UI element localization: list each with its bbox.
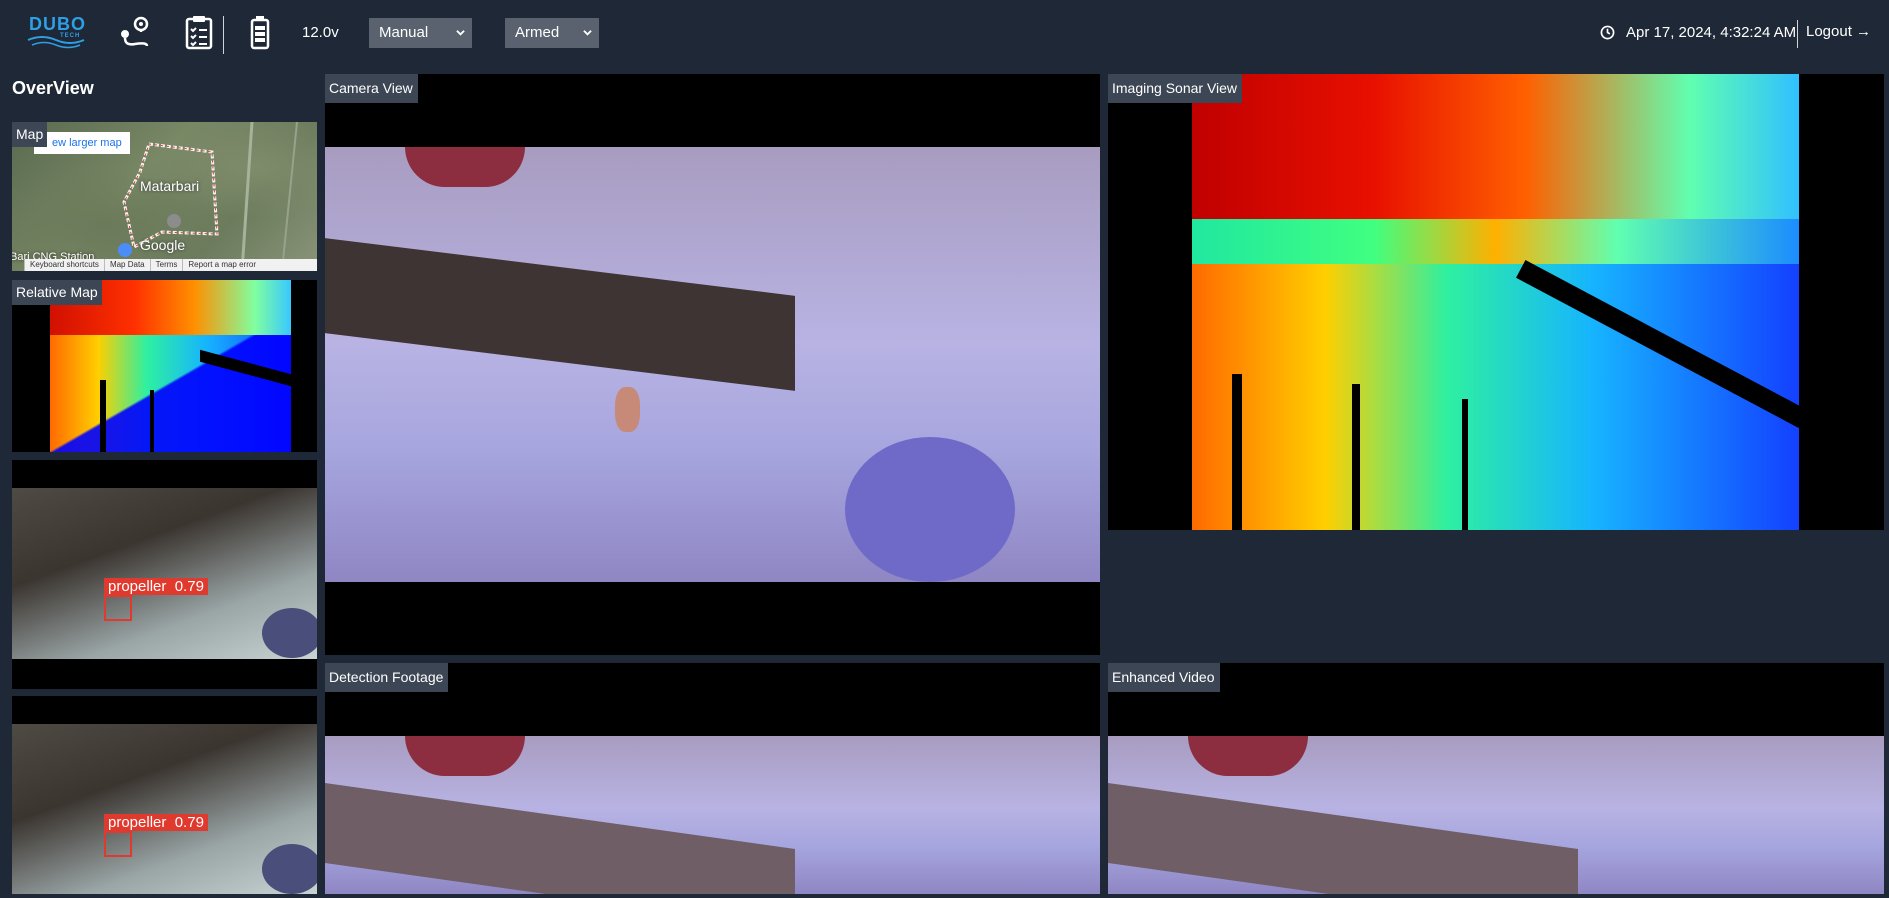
voltage-readout: 12.0v: [302, 24, 339, 41]
detection-thumbnail[interactable]: propeller 0.79: [12, 696, 317, 894]
camera-view-panel[interactable]: Camera View: [325, 74, 1100, 655]
detection-bounding-box: [104, 595, 132, 621]
dubo-tech-logo[interactable]: DUBO TECH: [26, 14, 88, 50]
map-label: Map: [12, 122, 48, 147]
underwater-frame: [12, 488, 317, 659]
imaging-sonar-panel[interactable]: Imaging Sonar View: [1108, 74, 1884, 530]
chevron-down-icon: [456, 30, 465, 36]
enhanced-feed: [1108, 736, 1884, 894]
relative-map-label: Relative Map: [12, 280, 102, 305]
clock-icon: [1600, 25, 1615, 40]
detection-footage-panel[interactable]: Detection Footage: [325, 663, 1100, 894]
terms-link[interactable]: Terms: [149, 259, 183, 271]
sonar-image: [1192, 74, 1808, 530]
relative-sonar-image: [50, 280, 291, 452]
header-divider: [223, 16, 224, 54]
map-panel[interactable]: Map ew larger map Matarbari Google Bari …: [12, 122, 317, 271]
view-larger-map-link[interactable]: ew larger map: [34, 132, 130, 154]
enhanced-video-label: Enhanced Video: [1108, 663, 1220, 692]
underwater-frame: [12, 724, 317, 894]
keyboard-shortcuts-link[interactable]: Keyboard shortcuts: [24, 259, 104, 271]
enhanced-video-panel[interactable]: Enhanced Video: [1108, 663, 1884, 894]
imaging-sonar-label: Imaging Sonar View: [1108, 74, 1243, 103]
report-map-error-link[interactable]: Report a map error: [182, 259, 261, 271]
detection-bounding-box: [104, 831, 132, 857]
arm-select-value: Armed: [515, 24, 560, 41]
logout-button[interactable]: Logout →: [1806, 23, 1871, 40]
detection-footage-label: Detection Footage: [325, 663, 449, 692]
arm-select[interactable]: Armed: [505, 18, 599, 48]
mode-select[interactable]: Manual: [369, 18, 472, 48]
map-place-label: Matarbari: [140, 178, 200, 194]
checklist-icon[interactable]: [181, 14, 217, 50]
map-footer: Keyboard shortcuts Map Data Terms Report…: [24, 259, 317, 271]
detection-label: propeller 0.79: [104, 814, 208, 831]
logo-wave-icon: [27, 36, 85, 49]
mode-select-value: Manual: [379, 24, 429, 41]
camera-view-label: Camera View: [325, 74, 418, 103]
detection-feed: [325, 736, 1100, 894]
current-datetime: Apr 17, 2024, 4:32:24 AM: [1626, 24, 1797, 41]
overview-title: OverView: [12, 78, 94, 98]
google-logo: Google: [140, 237, 186, 253]
top-bar: DUBO TECH 12.0v Manual Armed Apr 17, 202…: [0, 0, 1889, 64]
detection-thumbnail[interactable]: propeller 0.79: [12, 460, 317, 689]
relative-map-panel: Relative Map: [12, 280, 317, 452]
camera-feed: [325, 147, 1100, 582]
chevron-down-icon: [583, 30, 592, 36]
battery-icon: [245, 14, 281, 50]
route-icon[interactable]: [117, 14, 153, 50]
map-data-link[interactable]: Map Data: [103, 259, 150, 271]
header-divider: [1797, 20, 1798, 48]
detection-label: propeller 0.79: [104, 578, 208, 595]
